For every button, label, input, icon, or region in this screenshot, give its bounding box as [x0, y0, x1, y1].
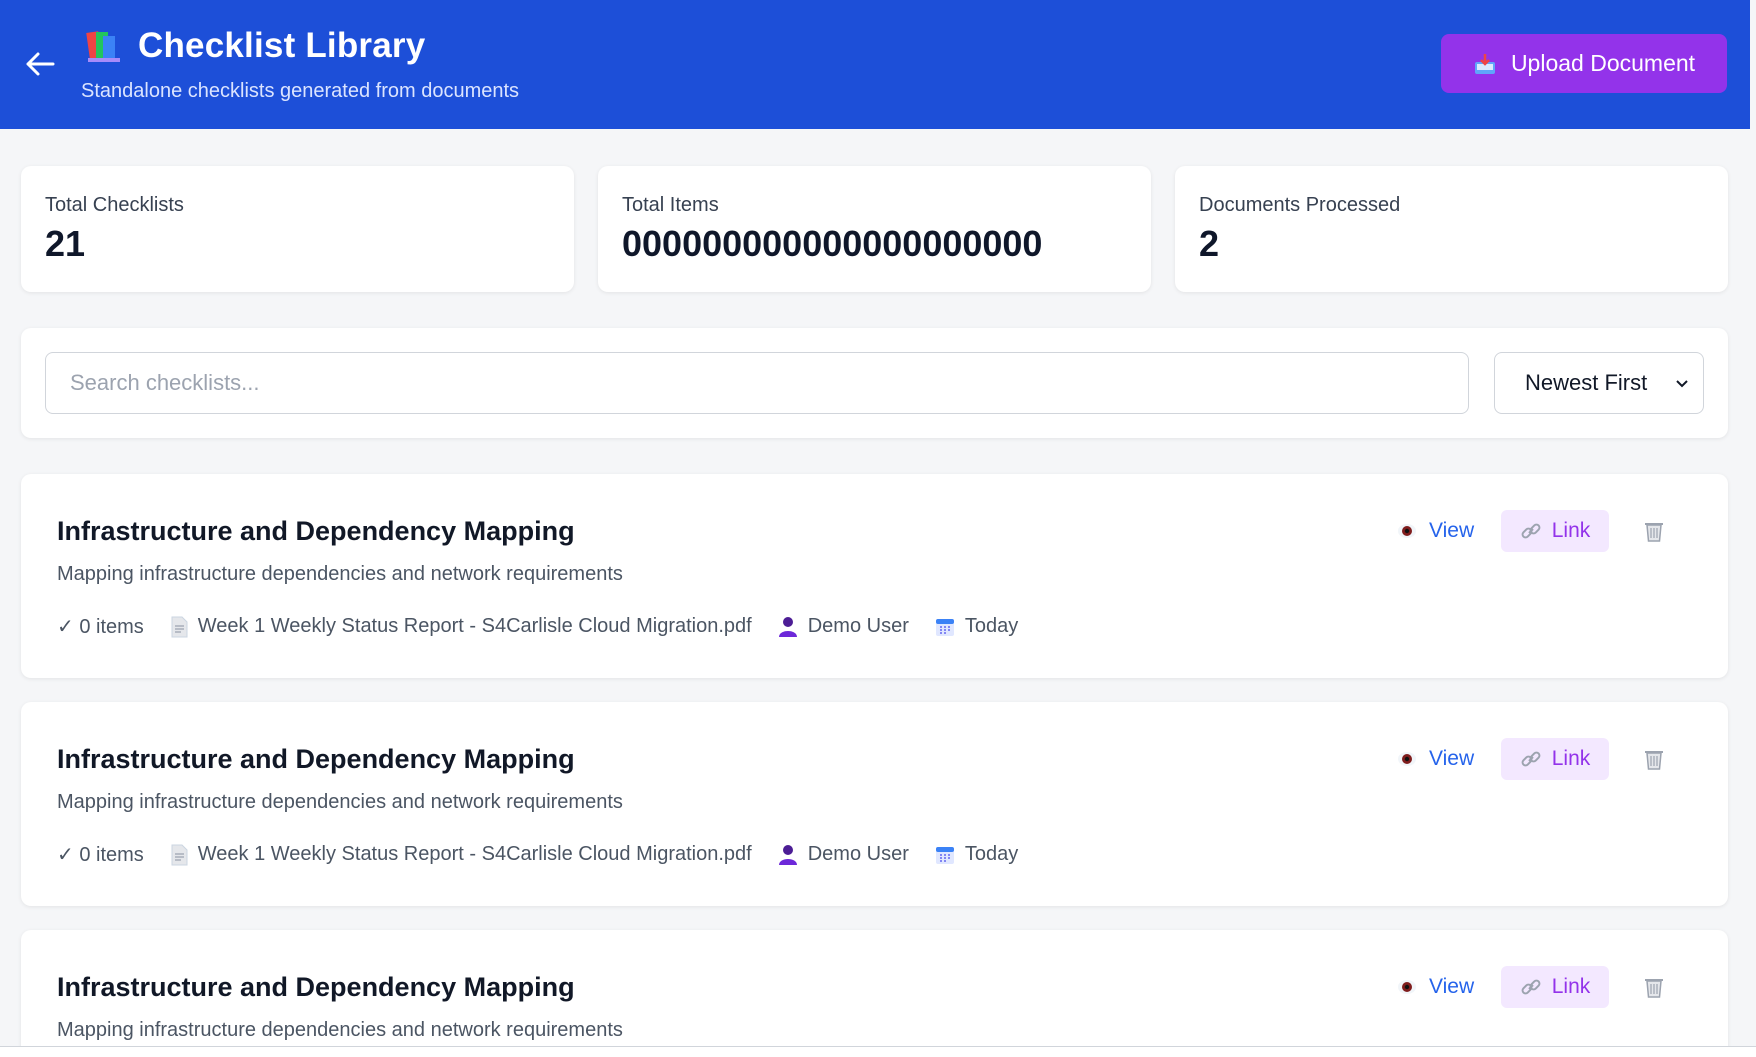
eye-icon [1398, 752, 1416, 766]
link-button[interactable]: Link [1501, 738, 1609, 780]
filter-bar: Newest First [21, 328, 1728, 438]
search-input[interactable] [45, 352, 1469, 414]
checklist-card[interactable]: Infrastructure and Dependency Mapping Ma… [21, 930, 1728, 1057]
link-button[interactable]: Link [1501, 510, 1609, 552]
sort-select-value: Newest First [1525, 370, 1648, 395]
document-icon [170, 844, 188, 866]
stat-value: 000000000000000000000 [622, 223, 1043, 264]
stat-card-total-checklists: Total Checklists 21 [21, 166, 574, 292]
link-button[interactable]: Link [1501, 966, 1609, 1008]
view-label: View [1429, 519, 1475, 542]
document-name: Week 1 Weekly Status Report - S4Carlisle… [197, 843, 752, 865]
link-icon [1521, 523, 1541, 539]
page-header: Checklist Library Standalone checklists … [0, 0, 1750, 129]
stat-label: Documents Processed [1199, 194, 1401, 216]
document-name: Week 1 Weekly Status Report - S4Carlisle… [197, 615, 752, 637]
eye-icon [1398, 524, 1416, 538]
checklist-meta: ✓ 0 items Week 1 Weekly Status Report - … [57, 614, 1044, 639]
upload-document-label: Upload Document [1510, 50, 1696, 76]
page-title: Checklist Library [138, 26, 426, 65]
link-icon [1521, 751, 1541, 767]
stat-value: 2 [1199, 223, 1220, 264]
inbox-tray-icon [1474, 53, 1495, 74]
checklist-description: Mapping infrastructure dependencies and … [57, 791, 623, 813]
delete-button[interactable] [1641, 974, 1667, 1000]
item-count: ✓ 0 items [57, 616, 144, 638]
view-button[interactable]: View [1397, 510, 1474, 552]
date-label: Today [964, 615, 1019, 637]
checklist-title: Infrastructure and Dependency Mapping [57, 516, 575, 546]
eye-icon [1398, 980, 1416, 994]
upload-document-button[interactable]: Upload Document [1441, 34, 1727, 93]
user-name: Demo User [807, 615, 909, 637]
trash-icon [1645, 523, 1663, 542]
stat-card-documents-processed: Documents Processed 2 [1175, 166, 1728, 292]
stat-label: Total Checklists [45, 194, 184, 216]
checklist-card[interactable]: Infrastructure and Dependency Mapping Ma… [21, 702, 1728, 906]
checklist-description: Mapping infrastructure dependencies and … [57, 1019, 623, 1041]
document-icon [170, 616, 188, 638]
item-count: ✓ 0 items [57, 844, 144, 866]
view-label: View [1429, 975, 1475, 998]
trash-icon [1645, 979, 1663, 998]
delete-button[interactable] [1641, 518, 1667, 544]
page-subtitle: Standalone checklists generated from doc… [81, 80, 520, 102]
calendar-icon [935, 845, 955, 865]
view-label: View [1429, 747, 1475, 770]
user-icon [778, 844, 798, 866]
link-label: Link [1551, 975, 1591, 998]
checklist-card[interactable]: Infrastructure and Dependency Mapping Ma… [21, 474, 1728, 678]
link-icon [1521, 979, 1541, 995]
checklist-meta: ✓ 0 items Week 1 Weekly Status Report - … [57, 842, 1044, 867]
checklist-title: Infrastructure and Dependency Mapping [57, 744, 575, 774]
sort-select[interactable]: Newest First [1494, 352, 1704, 414]
link-label: Link [1551, 747, 1591, 770]
user-icon [778, 616, 798, 638]
stat-card-total-items: Total Items 000000000000000000000 [598, 166, 1151, 292]
checklist-title: Infrastructure and Dependency Mapping [57, 972, 575, 1002]
books-icon [86, 28, 124, 64]
view-button[interactable]: View [1397, 738, 1474, 780]
view-button[interactable]: View [1397, 966, 1474, 1008]
checklist-description: Mapping infrastructure dependencies and … [57, 563, 623, 585]
delete-button[interactable] [1641, 746, 1667, 772]
stat-value: 21 [45, 223, 86, 264]
date-label: Today [964, 843, 1019, 865]
horizontal-scrollbar[interactable] [0, 1046, 1756, 1057]
user-name: Demo User [807, 843, 909, 865]
trash-icon [1645, 751, 1663, 770]
calendar-icon [935, 617, 955, 637]
link-label: Link [1551, 519, 1591, 542]
back-button[interactable] [20, 44, 60, 84]
stat-label: Total Items [622, 194, 719, 216]
chevron-down-icon [1676, 380, 1688, 388]
arrow-left-icon [26, 52, 55, 76]
